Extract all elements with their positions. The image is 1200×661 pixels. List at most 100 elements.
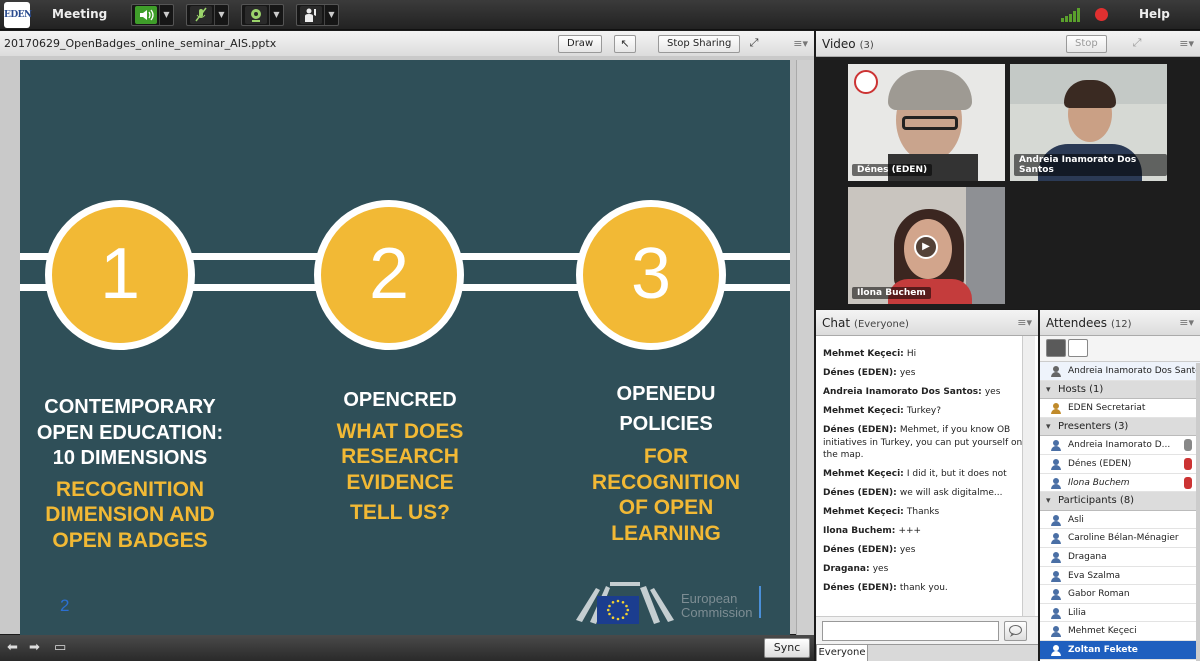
webcam-button[interactable]: ▼ [241,4,284,26]
share-pod-header: 20170629_OpenBadges_online_seminar_AIS.p… [0,31,814,57]
presenter-user-icon [1050,440,1062,452]
stop-video-button[interactable]: Stop [1066,35,1107,53]
presenter-row[interactable]: Dénes (EDEN) [1040,455,1200,474]
participant-row[interactable]: Asli [1040,511,1200,530]
attendee-view-icon[interactable] [1068,339,1088,357]
chat-author: Ilona Buchem [823,526,892,536]
sidebar-toggle-icon[interactable]: ▭ [54,640,66,655]
speaker-icon [135,6,157,24]
presentation-slide: 1 2 3 CONTEMPORARY OPEN EDUCATION: 10 DI… [20,60,790,635]
participant-row[interactable]: Lilia [1040,604,1200,623]
pod-menu-icon[interactable]: ≡▾ [793,37,808,50]
next-arrow-icon[interactable]: ➡ [29,640,40,655]
chat-author: Mehmet Keçeci [823,507,901,517]
speaker-button[interactable]: ▼ [131,4,174,26]
participant-row[interactable]: Mehmet Keçeci [1040,622,1200,641]
user-icon [1050,644,1062,656]
chat-message: Mehmet Keçeci: Hi [823,349,917,359]
raise-hand-icon [300,6,322,24]
pointer-icon[interactable]: ↖ [614,35,636,53]
chat-text: I did it, but it does not [906,469,1007,479]
chat-text: thank you. [899,583,948,593]
stop-sharing-button[interactable]: Stop Sharing [658,35,741,53]
video-title: Video (3) [822,37,874,51]
pod-menu-icon[interactable]: ≡▾ [1017,316,1032,329]
draw-button[interactable]: Draw [558,35,603,53]
participant-row[interactable]: Eva Szalma [1040,567,1200,586]
participants-group[interactable]: Participants (8) [1040,492,1200,511]
chevron-down-icon[interactable]: ▼ [324,5,338,25]
fullscreen-icon[interactable]: ⤢ [743,35,765,53]
attendee-name: Gabor Roman [1068,589,1130,600]
chat-text: yes [984,387,1001,397]
user-icon [1050,589,1062,601]
chat-title: Chat (Everyone) [822,316,909,330]
attendees-pod-header: Attendees (12) ≡▾ [1040,310,1200,336]
host-user-icon [1050,403,1062,415]
presenter-row[interactable]: Andreia Inamorato D... [1040,436,1200,455]
host-row[interactable]: EDEN Secretariat [1040,399,1200,418]
chat-messages: Mehmet Keçeci: Hi Dénes (EDEN): yes Andrei… [816,336,1038,616]
play-icon[interactable]: ▶ [914,235,938,259]
participant-row[interactable]: Dragana [1040,548,1200,567]
meeting-menu[interactable]: Meeting [52,7,107,21]
send-message-button[interactable] [1004,621,1027,641]
video-tile[interactable]: ▶ Ilona Buchem [848,187,1005,304]
recording-icon[interactable] [1095,8,1108,21]
chat-text: Turkey? [906,406,941,416]
chat-tab-everyone[interactable]: Everyone [816,644,868,661]
current-user-row[interactable]: Andreia Inamorato Dos Santos [1040,362,1200,381]
presenter-row[interactable]: Ilona Buchem [1040,474,1200,493]
attendee-name: Caroline Bélan-Ménagier [1068,533,1179,544]
attendees-title: Attendees (12) [1046,316,1132,330]
hosts-group[interactable]: Hosts (1) [1040,380,1200,400]
attendees-scrollbar[interactable] [1196,363,1200,661]
chat-author: Mehmet Keçeci [823,469,901,479]
list-view-icon[interactable] [1046,339,1066,357]
chat-input-row [816,616,1038,644]
participant-row[interactable]: Gabor Roman [1040,585,1200,604]
glasses [902,116,958,130]
video-tile[interactable]: Dénes (EDEN) [848,64,1005,181]
connection-signal-icon [1061,8,1081,22]
status-button[interactable]: ▼ [296,4,339,26]
previous-arrow-icon[interactable]: ⬅ [7,640,18,655]
slide-circle-1: 1 [45,200,195,350]
chat-message: Mehmet Keçeci: Turkey? [823,406,941,416]
microphone-status-icon [1184,439,1192,452]
webcam-icon [245,6,267,24]
chevron-down-icon[interactable]: ▼ [214,5,228,25]
presenter-user-icon [1050,477,1062,489]
chat-message: Dénes (EDEN): we will ask digitalme... [823,488,1003,498]
video-pod-body: Dénes (EDEN) Andreia Inamorato Dos Santo… [816,57,1200,309]
video-background [966,187,1005,304]
microphone-button[interactable]: ▼ [186,4,229,26]
help-menu[interactable]: Help [1139,7,1170,21]
pod-menu-icon[interactable]: ≡▾ [1179,37,1194,50]
participant-row[interactable]: Caroline Bélan-Ménagier [1040,529,1200,548]
share-scrollbar[interactable] [796,60,814,635]
speech-bubble-icon [1009,625,1022,637]
presenter-user-icon [1050,458,1062,470]
chat-message: Dénes (EDEN): yes [823,368,916,378]
chat-author: Dénes (EDEN) [823,488,894,498]
share-filename: 20170629_OpenBadges_online_seminar_AIS.p… [4,37,277,50]
chat-message: Dragana: yes [823,564,889,574]
pod-menu-icon[interactable]: ≡▾ [1179,316,1194,329]
chat-input[interactable] [822,621,999,641]
european-commission-logo: European Commission [576,580,766,628]
sync-button[interactable]: Sync [764,638,810,658]
participant-row[interactable]: Zoltan Fekete [1040,640,1200,660]
chat-scrollbar[interactable] [1022,336,1035,618]
slide-circle-3: 3 [576,200,726,350]
video-name-label: Andreia Inamorato Dos Santos [1014,154,1167,176]
chat-message: Mehmet Keçeci: Thanks [823,507,940,517]
chat-author: Dénes (EDEN) [823,425,894,435]
chevron-down-icon[interactable]: ▼ [269,5,283,25]
chevron-down-icon[interactable]: ▼ [159,5,173,25]
fullscreen-icon[interactable]: ⤢ [1126,35,1148,53]
participant-hair [888,70,972,110]
chat-tab-bar [868,644,1038,661]
video-tile[interactable]: Andreia Inamorato Dos Santos [1010,64,1167,181]
presenters-group[interactable]: Presenters (3) [1040,417,1200,437]
